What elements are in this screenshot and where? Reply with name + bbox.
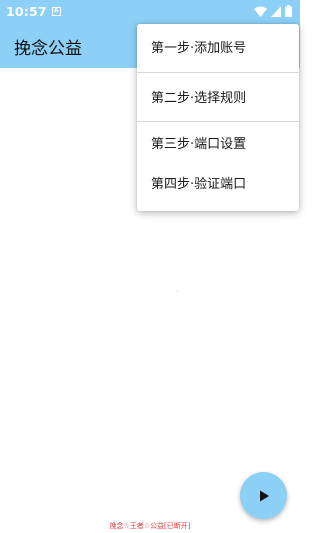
center-dot: [177, 291, 178, 292]
status-right: [254, 5, 292, 17]
menu-item-add-account[interactable]: 第一步·添加账号: [137, 40, 299, 58]
menu-divider: [137, 121, 299, 122]
status-time: 10:57: [6, 3, 47, 19]
overflow-menu: 第一步·添加账号 第二步·选择规则 第三步·端口设置 第四步·验证端口: [137, 24, 299, 211]
play-icon: [259, 490, 269, 501]
menu-item-verify-port[interactable]: 第四步·验证端口: [137, 176, 299, 194]
wifi-icon: [254, 6, 267, 17]
battery-icon: [285, 5, 292, 17]
app-title: 挽念公益: [14, 39, 82, 59]
notification-a-icon: A: [51, 6, 61, 16]
menu-divider: [137, 72, 299, 73]
status-left: 10:57 A: [6, 4, 61, 19]
cell-signal-icon: [271, 5, 281, 17]
status-bar: 10:57 A: [0, 0, 300, 22]
connection-status-text: 挽念☆王者☆公益[已断开]: [109, 522, 191, 530]
menu-item-select-rules[interactable]: 第二步·选择规则: [137, 90, 299, 108]
menu-item-port-settings[interactable]: 第三步·端口设置: [137, 136, 299, 154]
play-fab-button[interactable]: [240, 472, 287, 519]
